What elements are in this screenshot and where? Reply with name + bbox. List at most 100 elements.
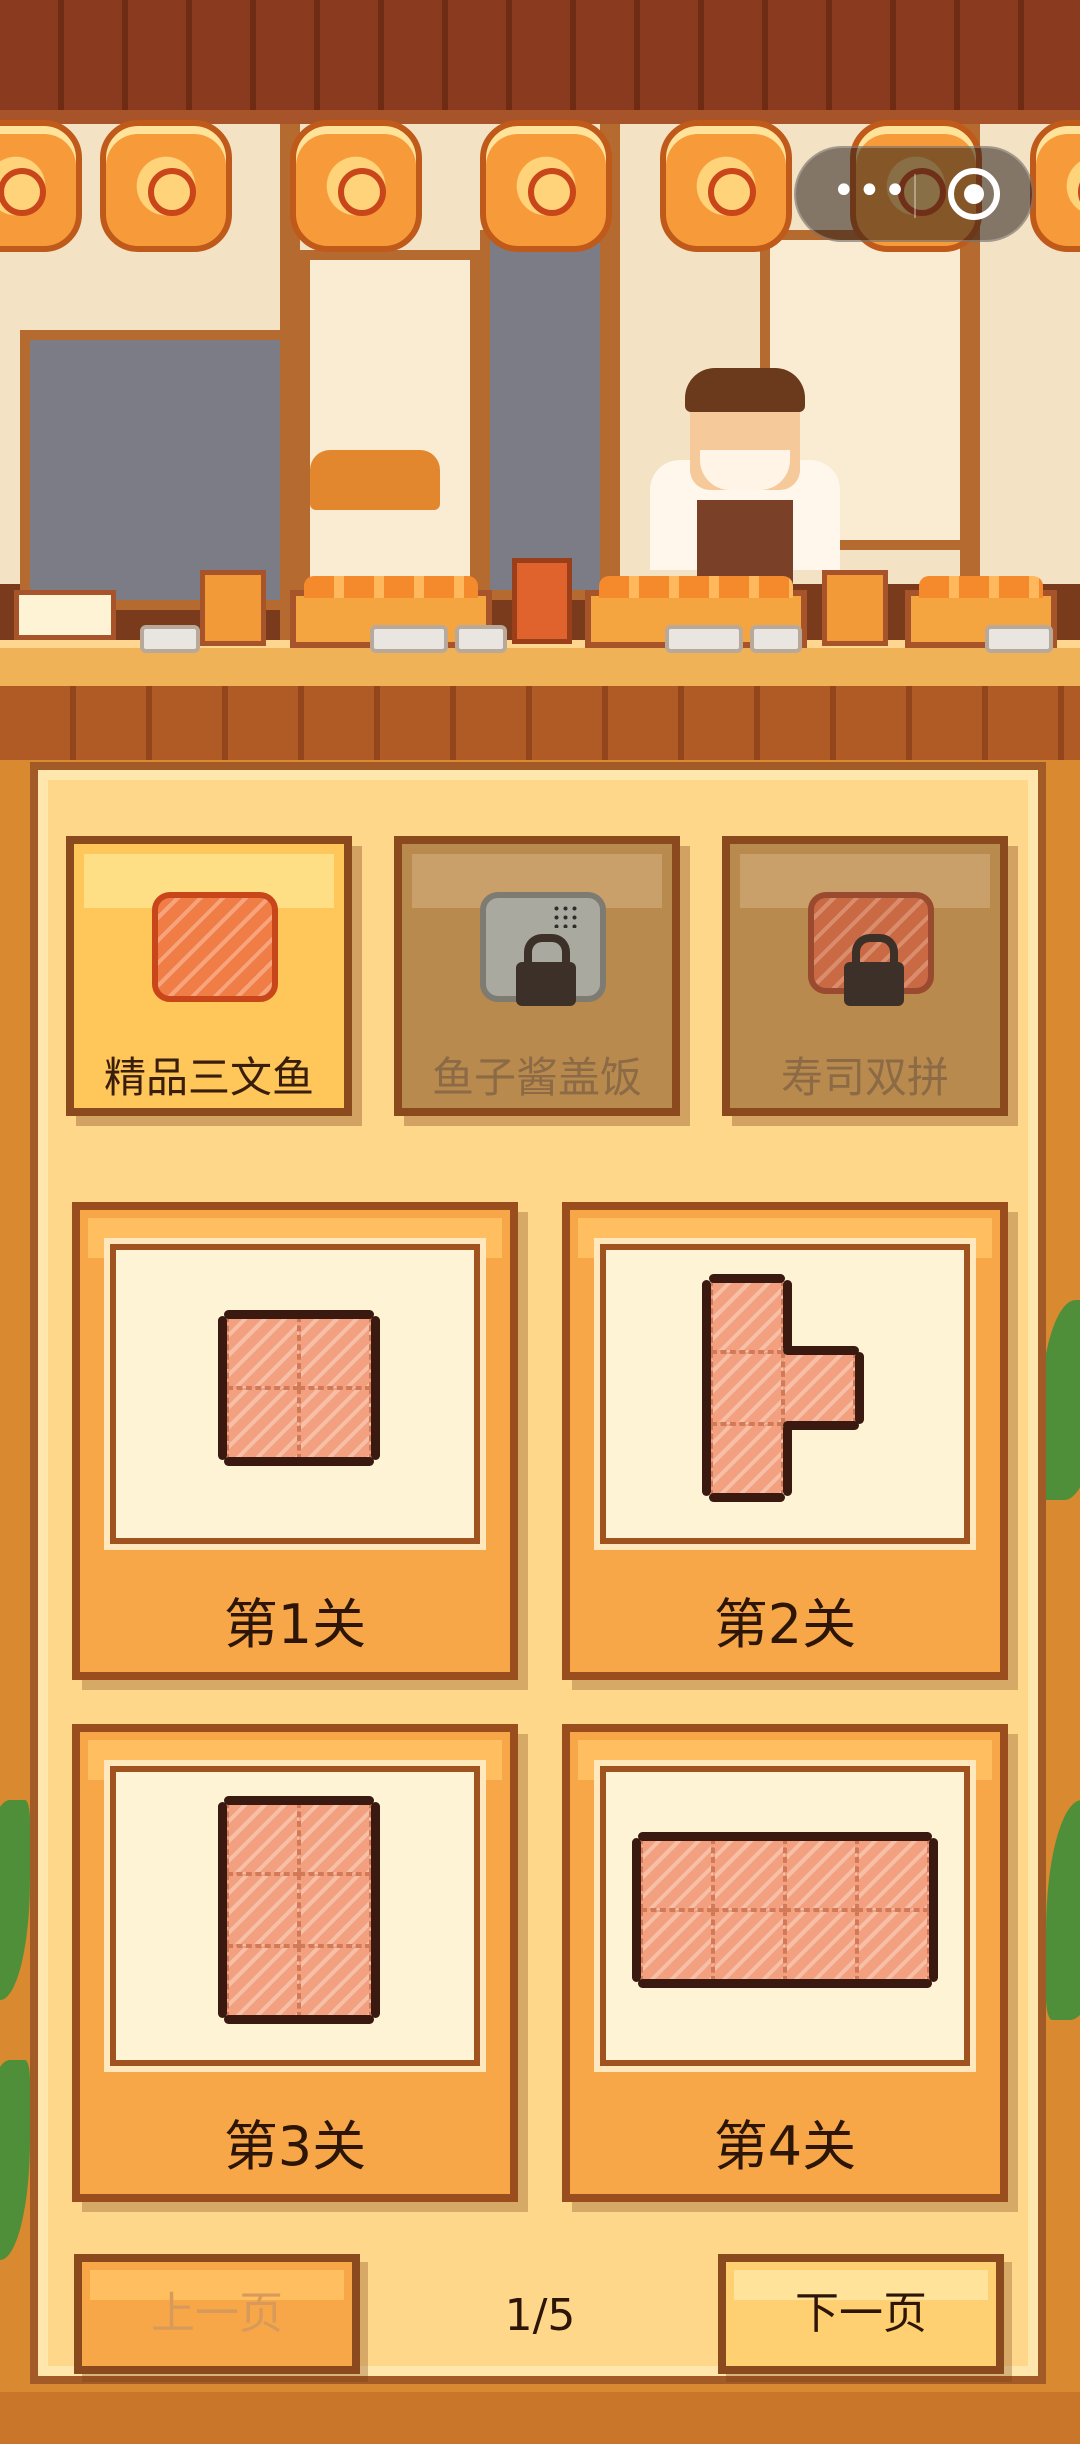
salmon-block [711, 1352, 783, 1424]
plant-leaf [0, 1800, 30, 2000]
plate [370, 625, 448, 653]
roof [0, 0, 1080, 124]
lantern-icon [1030, 120, 1080, 252]
drink-cup [512, 558, 572, 644]
level-title: 第1关 [223, 1593, 367, 1656]
plate [750, 625, 802, 653]
lock-icon [516, 962, 576, 1006]
level-preview [110, 1244, 480, 1544]
plant-leaf [1040, 1300, 1080, 1500]
board-edge [709, 1274, 785, 1283]
lantern-icon [480, 120, 612, 252]
plate [140, 625, 200, 653]
salmon-block [857, 1838, 929, 1910]
board-edge [371, 1316, 380, 1460]
plate [455, 625, 507, 653]
salmon-block [299, 1874, 371, 1946]
board-edge [709, 1493, 785, 1502]
salmon-block [711, 1424, 783, 1496]
category-tab-salmon[interactable]: 精品三文鱼 [66, 836, 352, 1116]
level-card-2[interactable]: 第2关 [562, 1202, 1008, 1680]
salmon-block [857, 1910, 929, 1982]
lantern-icon [0, 120, 82, 252]
level-preview [600, 1766, 970, 2066]
level-card-1[interactable]: 第1关 [72, 1202, 518, 1680]
board-edge [224, 1310, 374, 1319]
lantern-icon [660, 120, 792, 252]
category-label: 鱼子酱盖饭 [431, 1053, 642, 1102]
board-edge [855, 1352, 864, 1424]
prev-page-label: 上一页 [151, 2288, 283, 2339]
level-card-4[interactable]: 第4关 [562, 1724, 1008, 2202]
salmon-block [641, 1838, 713, 1910]
page-indicator: 1/5 [504, 2290, 576, 2341]
plant-leaf [1046, 1800, 1080, 2020]
chopstick-holder [822, 570, 888, 646]
salmon-block [227, 1316, 299, 1388]
kitchen-window [20, 330, 290, 610]
salmon-block [227, 1802, 299, 1874]
chopstick-holder [200, 570, 266, 646]
salmon-block [227, 1946, 299, 2018]
shelf-window [300, 250, 480, 600]
salmon-block [299, 1388, 371, 1460]
lantern-icon [290, 120, 422, 252]
board-edge [224, 1457, 374, 1466]
board-edge [638, 1979, 932, 1988]
salmon-block [299, 1946, 371, 2018]
plate [665, 625, 743, 653]
board-edge [218, 1802, 227, 2018]
salmon-block [783, 1352, 855, 1424]
board-edge [224, 2015, 374, 2024]
board-edge [638, 1832, 932, 1841]
board-edge [371, 1802, 380, 2018]
capsule-divider [914, 174, 916, 218]
board-edge [783, 1346, 859, 1355]
plant-leaf [0, 2060, 30, 2260]
miniprogram-capsule: ••• [794, 146, 1034, 242]
prev-page-button[interactable]: 上一页 [74, 2254, 360, 2374]
back-door [480, 230, 620, 600]
salmon-block [713, 1910, 785, 1982]
floor [0, 2392, 1080, 2444]
board-edge [224, 1796, 374, 1805]
salmon-block [785, 1910, 857, 1982]
level-title: 第3关 [223, 2115, 367, 2178]
board-edge [783, 1421, 859, 1430]
board-edge [632, 1838, 641, 1982]
menu-sign [14, 590, 116, 640]
counter-front [0, 686, 1080, 760]
salmon-block [785, 1838, 857, 1910]
chef-beard [700, 450, 790, 490]
level-title: 第2关 [713, 1593, 857, 1656]
level-title: 第4关 [713, 2115, 857, 2178]
category-tab-sushi-duo[interactable]: 寿司双拼 [722, 836, 1008, 1116]
category-label: 寿司双拼 [780, 1053, 949, 1102]
more-dots-icon[interactable]: ••• [832, 171, 907, 212]
lantern-icon [100, 120, 232, 252]
plate [985, 625, 1053, 653]
next-page-label: 下一页 [795, 2288, 927, 2339]
category-label: 精品三文鱼 [103, 1053, 314, 1102]
salmon-block [713, 1838, 785, 1910]
lock-icon [844, 962, 904, 1006]
bread-basket [310, 450, 440, 510]
board-edge [783, 1424, 792, 1496]
level-preview [110, 1766, 480, 2066]
caviar-dots [552, 904, 580, 928]
board-edge [929, 1838, 938, 1982]
salmon-block [227, 1388, 299, 1460]
salmon-block [641, 1910, 713, 1982]
salmon-block [711, 1280, 783, 1352]
salmon-block [299, 1802, 371, 1874]
next-page-button[interactable]: 下一页 [718, 2254, 1004, 2374]
category-tab-caviar-rice[interactable]: 鱼子酱盖饭 [394, 836, 680, 1116]
chef-hair [685, 368, 805, 412]
level-card-3[interactable]: 第3关 [72, 1724, 518, 2202]
board-edge [218, 1316, 227, 1460]
board-edge [702, 1280, 711, 1496]
salmon-icon [152, 892, 278, 1002]
target-close-icon[interactable] [948, 168, 1000, 220]
salmon-block [227, 1874, 299, 1946]
level-preview [600, 1244, 970, 1544]
